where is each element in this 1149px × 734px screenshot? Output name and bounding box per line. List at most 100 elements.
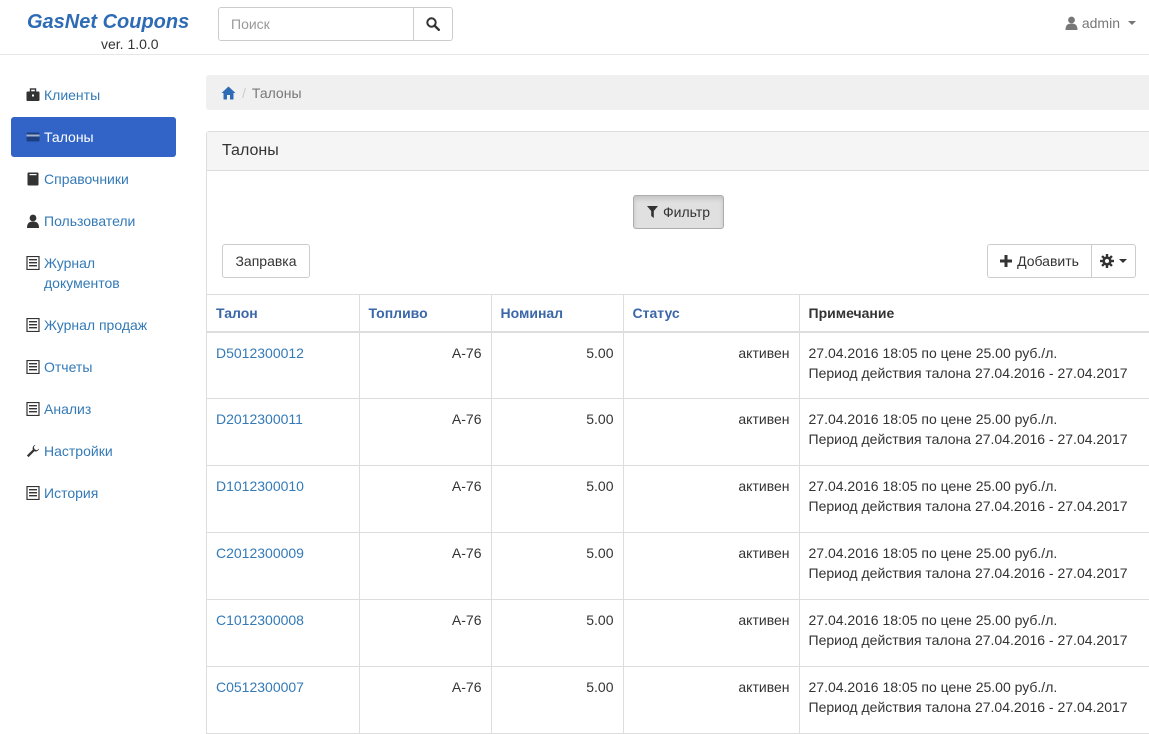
search-icon bbox=[426, 17, 440, 31]
list-alt-icon bbox=[26, 402, 40, 416]
fuel-cell: А-76 bbox=[359, 398, 492, 466]
user-menu[interactable]: admin bbox=[1065, 15, 1136, 31]
sidebar-item-settings[interactable]: Настройки bbox=[11, 431, 176, 473]
breadcrumb-current: Талоны bbox=[251, 84, 302, 101]
coupon-link[interactable]: C2012300009 bbox=[207, 532, 360, 600]
nominal-cell: 5.00 bbox=[491, 398, 624, 466]
sidebar-item-users[interactable]: Пользователи bbox=[11, 201, 176, 243]
sidebar-item-history[interactable]: История bbox=[11, 473, 176, 515]
sidebar-item-clients[interactable]: Клиенты bbox=[11, 75, 176, 117]
note-price: 27.04.2016 18:05 по цене 25.00 руб./л. bbox=[808, 612, 1058, 628]
column-header-coupon[interactable]: Талон bbox=[207, 294, 360, 333]
panel-title: Талоны bbox=[207, 132, 1149, 171]
breadcrumb-separator: / bbox=[242, 84, 246, 101]
nominal-cell: 5.00 bbox=[491, 532, 624, 600]
note-price: 27.04.2016 18:05 по цене 25.00 руб./л. bbox=[808, 545, 1058, 561]
search-button[interactable] bbox=[414, 8, 452, 40]
note-period: Период действия талона 27.04.2016 - 27.0… bbox=[808, 632, 1128, 648]
note-period: Период действия талона 27.04.2016 - 27.0… bbox=[808, 699, 1128, 715]
plus-icon bbox=[1000, 255, 1013, 267]
app-version: ver. 1.0.0 bbox=[101, 36, 159, 52]
note-cell: 27.04.2016 18:05 по цене 25.00 руб./л. Пе… bbox=[799, 532, 1149, 600]
sidebar-item-label: Журнал документов bbox=[44, 255, 120, 291]
table-row: D5012300012 А-76 5.00 активен 27.04.2016… bbox=[207, 331, 1149, 399]
status-cell: активен bbox=[623, 599, 800, 667]
coupon-link[interactable]: D5012300012 bbox=[207, 331, 360, 399]
sidebar-item-label: Клиенты bbox=[44, 87, 101, 103]
chevron-down-icon bbox=[1128, 21, 1136, 25]
note-price: 27.04.2016 18:05 по цене 25.00 руб./л. bbox=[808, 344, 1058, 361]
column-header-status[interactable]: Статус bbox=[623, 294, 800, 333]
sidebar-item-label: Журнал продаж bbox=[44, 317, 148, 333]
nominal-cell: 5.00 bbox=[491, 331, 624, 399]
filter-button-label: Фильтр bbox=[662, 204, 711, 220]
sidebar: Клиенты Талоны Справочники Пользователи … bbox=[11, 75, 176, 515]
filter-button[interactable]: Фильтр bbox=[633, 195, 724, 229]
search-input[interactable] bbox=[219, 8, 414, 40]
coupon-link[interactable]: D2012300011 bbox=[207, 398, 360, 466]
coupons-table: Талон Топливо Номинал Статус Примечание … bbox=[207, 294, 1149, 734]
coupon-link[interactable]: C0512300007 bbox=[207, 666, 360, 734]
note-cell: 27.04.2016 18:05 по цене 25.00 руб./л. Пе… bbox=[799, 465, 1149, 533]
column-header-fuel[interactable]: Топливо bbox=[359, 294, 492, 333]
nominal-cell: 5.00 bbox=[491, 599, 624, 667]
user-name: admin bbox=[1081, 15, 1120, 31]
add-button-label: Добавить bbox=[1017, 253, 1079, 269]
note-cell: 27.04.2016 18:05 по цене 25.00 руб./л. Пе… bbox=[799, 666, 1149, 734]
note-period: Период действия талона 27.04.2016 - 27.0… bbox=[808, 565, 1128, 581]
note-cell: 27.04.2016 18:05 по цене 25.00 руб./л. Пе… bbox=[799, 398, 1149, 466]
sidebar-item-label: Талоны bbox=[44, 129, 94, 145]
note-price: 27.04.2016 18:05 по цене 25.00 руб./л. bbox=[808, 478, 1058, 494]
column-header-nominal[interactable]: Номинал bbox=[491, 294, 624, 333]
coupon-link[interactable]: C1012300008 bbox=[207, 599, 360, 667]
sidebar-item-analysis[interactable]: Анализ bbox=[11, 389, 176, 431]
note-period: Период действия талона 27.04.2016 - 27.0… bbox=[808, 364, 1128, 381]
sidebar-item-sales-journal[interactable]: Журнал продаж bbox=[11, 305, 176, 347]
note-period: Период действия талона 27.04.2016 - 27.0… bbox=[808, 431, 1128, 447]
briefcase-icon bbox=[26, 88, 40, 101]
table-row: C0512300007 А-76 5.00 активен 27.04.2016… bbox=[207, 666, 1149, 734]
sidebar-item-coupons[interactable]: Талоны bbox=[11, 117, 176, 157]
fuel-cell: А-76 bbox=[359, 599, 492, 667]
coupon-link[interactable]: D1012300010 bbox=[207, 465, 360, 533]
add-button[interactable]: Добавить bbox=[987, 244, 1092, 278]
table-row: C2012300009 А-76 5.00 активен 27.04.2016… bbox=[207, 532, 1149, 600]
fuel-cell: А-76 bbox=[359, 666, 492, 734]
list-alt-icon bbox=[26, 360, 40, 374]
note-cell: 27.04.2016 18:05 по цене 25.00 руб./л. Пе… bbox=[799, 599, 1149, 667]
table-row: D1012300010 А-76 5.00 активен 27.04.2016… bbox=[207, 465, 1149, 533]
table-row: C1012300008 А-76 5.00 активен 27.04.2016… bbox=[207, 599, 1149, 667]
note-period: Период действия талона 27.04.2016 - 27.0… bbox=[808, 498, 1128, 514]
chevron-down-icon bbox=[1119, 259, 1127, 263]
sidebar-item-label: Пользователи bbox=[44, 213, 136, 229]
sidebar-item-label: История bbox=[44, 485, 99, 501]
sidebar-item-reports[interactable]: Отчеты bbox=[11, 347, 176, 389]
wrench-icon bbox=[26, 444, 40, 458]
settings-dropdown-button[interactable] bbox=[1091, 244, 1136, 278]
refuel-button[interactable]: Заправка bbox=[222, 244, 310, 278]
list-alt-icon bbox=[26, 486, 40, 500]
coupons-panel: Талоны Фильтр Заправка Добавить Талон То… bbox=[206, 131, 1149, 734]
home-icon[interactable] bbox=[221, 86, 236, 100]
brand-title[interactable]: GasNet Coupons bbox=[27, 11, 189, 34]
status-cell: активен bbox=[623, 666, 800, 734]
gear-icon bbox=[1100, 254, 1114, 268]
search-group bbox=[218, 7, 453, 41]
fuel-cell: А-76 bbox=[359, 465, 492, 533]
top-navbar: GasNet Coupons ver. 1.0.0 admin bbox=[0, 0, 1149, 55]
sidebar-item-label: Справочники bbox=[44, 171, 129, 187]
list-alt-icon bbox=[26, 318, 40, 332]
filter-icon bbox=[646, 206, 658, 218]
sidebar-item-label: Отчеты bbox=[44, 359, 93, 375]
user-icon bbox=[1065, 16, 1078, 30]
note-cell: 27.04.2016 18:05 по цене 25.00 руб./л. Пе… bbox=[799, 331, 1149, 399]
user-icon bbox=[27, 214, 39, 228]
table-row: D2012300011 А-76 5.00 активен 27.04.2016… bbox=[207, 398, 1149, 466]
fuel-cell: А-76 bbox=[359, 532, 492, 600]
status-cell: активен bbox=[623, 398, 800, 466]
sidebar-item-directories[interactable]: Справочники bbox=[11, 159, 176, 201]
sidebar-item-document-journal[interactable]: Журнал документов bbox=[11, 243, 176, 305]
note-price: 27.04.2016 18:05 по цене 25.00 руб./л. bbox=[808, 411, 1058, 427]
sidebar-item-label: Анализ bbox=[44, 401, 92, 417]
status-cell: активен bbox=[623, 465, 800, 533]
